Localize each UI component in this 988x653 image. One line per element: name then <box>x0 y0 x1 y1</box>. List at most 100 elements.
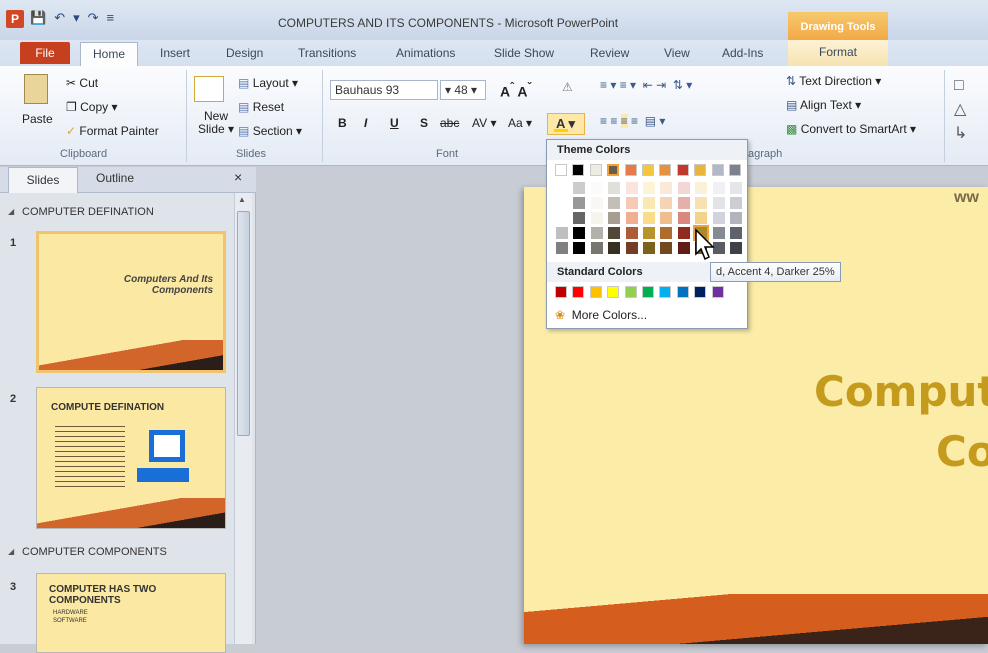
theme-color-tint[interactable] <box>556 242 568 254</box>
theme-color-tint[interactable] <box>608 197 621 209</box>
dropdown-icon[interactable]: ▾ <box>73 10 80 26</box>
customize-qat-icon[interactable]: ≡ <box>107 10 115 26</box>
undo-icon[interactable]: ↶ <box>54 10 65 26</box>
theme-color-tint[interactable] <box>677 227 690 239</box>
powerpoint-logo-icon[interactable]: P <box>6 10 24 28</box>
paste-icon[interactable] <box>24 74 48 104</box>
layout-button[interactable]: ▤ Layout ▾ <box>238 76 298 90</box>
scroll-up-icon[interactable]: ▲ <box>238 195 246 204</box>
panel-scrollbar[interactable]: ▲ <box>234 193 252 644</box>
new-slide-icon[interactable] <box>194 76 224 102</box>
theme-color-tint[interactable] <box>712 197 725 209</box>
theme-color-swatch[interactable] <box>676 164 689 176</box>
theme-color-tint[interactable] <box>573 242 586 254</box>
theme-color-tint[interactable] <box>660 227 673 239</box>
slide-title-line1[interactable]: Comput <box>814 367 988 416</box>
theme-color-tint[interactable] <box>608 242 621 254</box>
align-text-button[interactable]: ▤ Align Text ▾ <box>786 98 861 112</box>
tab-home[interactable]: Home <box>80 42 138 66</box>
more-colors-button[interactable]: ❀ More Colors... <box>555 308 647 322</box>
theme-color-tint[interactable] <box>643 182 655 194</box>
standard-color-swatch[interactable] <box>659 286 672 298</box>
theme-color-swatch[interactable] <box>694 164 707 176</box>
strikethrough-button[interactable]: abc <box>440 116 459 130</box>
slide-thumbnail-2[interactable]: COMPUTE DEFINATION <box>36 387 226 529</box>
theme-color-tint[interactable] <box>730 212 742 224</box>
tab-animations[interactable]: Animations <box>396 46 455 60</box>
theme-color-swatch[interactable] <box>589 164 602 176</box>
tab-outline[interactable]: Outline <box>96 171 134 185</box>
theme-color-tint[interactable] <box>643 197 655 209</box>
bullets-icon[interactable]: ≡ ▾ ≡ ▾ ⇤ ⇥ ⇅ ▾ <box>600 78 692 92</box>
format-painter-button[interactable]: ✓ Format Painter <box>66 124 159 138</box>
tab-file[interactable]: File <box>20 42 70 64</box>
theme-color-tint[interactable] <box>556 197 568 209</box>
theme-color-tint[interactable] <box>643 227 655 239</box>
theme-color-tint[interactable] <box>556 212 568 224</box>
theme-color-tint[interactable] <box>590 182 603 194</box>
font-color-button[interactable]: A ▾ <box>547 113 585 135</box>
theme-color-tint[interactable] <box>695 197 708 209</box>
theme-color-tint[interactable] <box>556 182 568 194</box>
text-direction-button[interactable]: ⇅ Text Direction ▾ <box>786 74 881 88</box>
new-slide-button[interactable]: New Slide ▾ <box>198 110 234 136</box>
character-spacing-button[interactable]: AV ▾ <box>472 116 496 130</box>
theme-color-tint[interactable] <box>660 212 673 224</box>
theme-color-tint[interactable] <box>590 197 603 209</box>
theme-color-swatch[interactable] <box>659 164 672 176</box>
theme-color-swatch[interactable] <box>555 164 567 176</box>
theme-color-tint[interactable] <box>625 212 638 224</box>
section-header[interactable]: COMPUTER COMPONENTS <box>0 541 234 563</box>
underline-button[interactable]: U <box>390 116 399 130</box>
cut-button[interactable]: ✂ Cut <box>66 76 98 90</box>
theme-color-tint[interactable] <box>677 242 690 254</box>
theme-color-tint[interactable] <box>608 212 621 224</box>
theme-color-tint[interactable] <box>677 212 690 224</box>
theme-color-tint[interactable] <box>573 212 586 224</box>
standard-color-swatch[interactable] <box>555 286 567 298</box>
theme-color-tint[interactable] <box>660 242 673 254</box>
clear-formatting-icon[interactable]: ⚠ <box>562 80 573 94</box>
tab-transitions[interactable]: Transitions <box>298 46 356 60</box>
theme-color-tint[interactable] <box>573 182 586 194</box>
theme-color-tint[interactable] <box>730 227 742 239</box>
theme-color-swatch[interactable] <box>572 164 585 176</box>
theme-color-tint[interactable] <box>660 182 673 194</box>
standard-color-swatch[interactable] <box>676 286 689 298</box>
theme-color-swatch[interactable] <box>624 164 637 176</box>
section-button[interactable]: ▤ Section ▾ <box>238 124 302 138</box>
theme-color-tint[interactable] <box>643 242 655 254</box>
theme-color-tint[interactable] <box>608 227 621 239</box>
tab-slides[interactable]: Slides <box>8 167 78 193</box>
theme-color-tint[interactable] <box>643 212 655 224</box>
theme-color-tint[interactable] <box>712 182 725 194</box>
paste-button[interactable]: Paste <box>22 112 53 126</box>
theme-color-tint[interactable] <box>660 197 673 209</box>
tab-review[interactable]: Review <box>590 46 629 60</box>
theme-color-tint[interactable] <box>625 197 638 209</box>
standard-color-swatch[interactable] <box>572 286 585 298</box>
align-icons[interactable]: ≡ ≡ ≡ ≡ ▤ ▾ <box>600 114 665 128</box>
standard-color-swatch[interactable] <box>624 286 637 298</box>
theme-color-tint[interactable] <box>625 227 638 239</box>
tab-insert[interactable]: Insert <box>160 46 190 60</box>
theme-color-swatch[interactable] <box>729 164 741 176</box>
standard-color-swatch[interactable] <box>607 286 620 298</box>
theme-color-tint[interactable] <box>677 197 690 209</box>
scrollbar-thumb[interactable] <box>237 211 250 436</box>
change-case-button[interactable]: Aa ▾ <box>508 116 532 130</box>
standard-color-swatch[interactable] <box>642 286 654 298</box>
theme-color-tint[interactable] <box>590 212 603 224</box>
save-icon[interactable]: 💾 <box>30 10 46 26</box>
font-name-combo[interactable]: Bauhaus 93 <box>330 80 438 100</box>
theme-color-tint[interactable] <box>556 227 568 239</box>
convert-smartart-button[interactable]: ▩ Convert to SmartArt ▾ <box>786 122 916 136</box>
bold-button[interactable]: B <box>338 116 347 130</box>
theme-color-tint[interactable] <box>573 227 586 239</box>
theme-color-tint[interactable] <box>730 197 742 209</box>
theme-color-tint[interactable] <box>677 182 690 194</box>
theme-color-tint[interactable] <box>730 182 742 194</box>
section-header[interactable]: COMPUTER DEFINATION <box>0 201 234 223</box>
grow-font-icon[interactable]: Aˆ Aˇ <box>500 81 531 100</box>
theme-color-swatch[interactable] <box>607 164 620 176</box>
